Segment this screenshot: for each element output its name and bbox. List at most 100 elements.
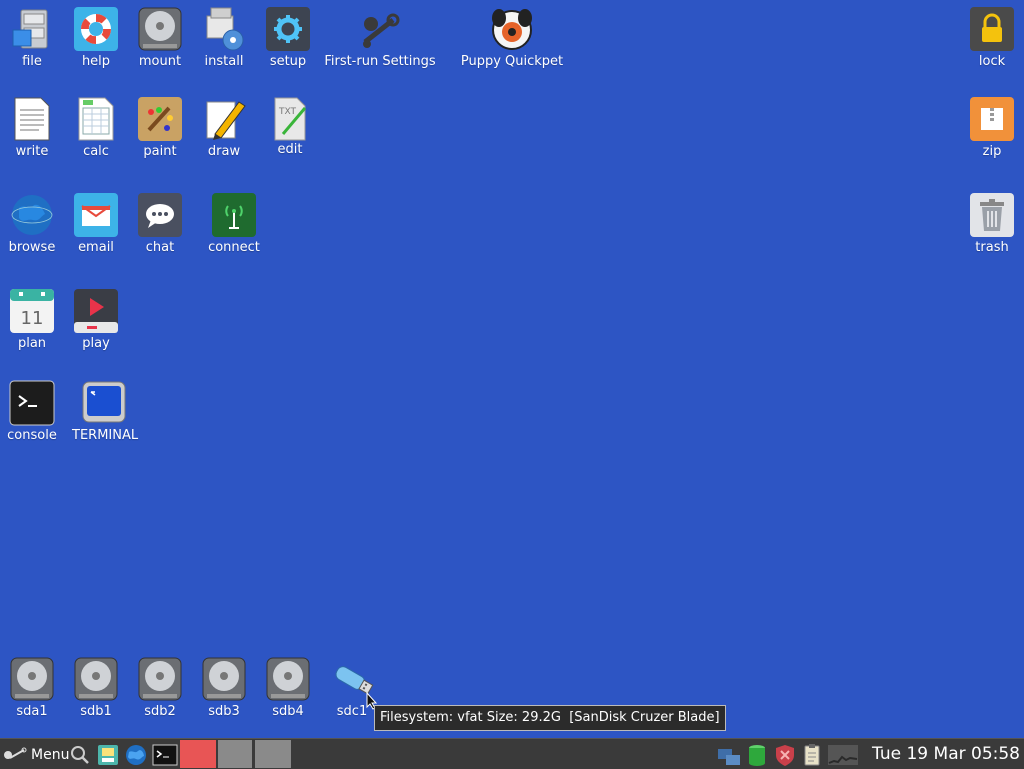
mount-label: mount bbox=[138, 54, 182, 69]
plan-desktop-icon[interactable]: 11 plan bbox=[0, 288, 64, 351]
workspace-1[interactable] bbox=[180, 740, 216, 768]
drive-label: sdb3 bbox=[208, 704, 240, 719]
hard-drive-icon bbox=[201, 656, 247, 702]
workspace-3[interactable] bbox=[255, 740, 291, 768]
firewall-shield-icon[interactable] bbox=[774, 743, 796, 767]
hard-drive-icon bbox=[9, 656, 55, 702]
install-label: install bbox=[204, 54, 244, 69]
archive-icon bbox=[969, 96, 1015, 142]
console-label: console bbox=[7, 428, 57, 443]
edit-label: edit bbox=[277, 142, 303, 157]
calendar-icon: 11 bbox=[9, 288, 55, 334]
file-cabinet-icon bbox=[9, 6, 55, 52]
network-icon[interactable] bbox=[716, 743, 742, 767]
lock-label: lock bbox=[978, 54, 1006, 69]
hard-drive-icon bbox=[137, 656, 183, 702]
clock[interactable]: Tue 19 Mar 05:58 bbox=[872, 742, 1020, 766]
terminal-launcher-icon[interactable] bbox=[152, 743, 178, 767]
menu-button[interactable]: Menu bbox=[2, 743, 69, 767]
drive-label: sdb1 bbox=[80, 704, 112, 719]
media-player-icon bbox=[73, 288, 119, 334]
package-install-icon bbox=[201, 6, 247, 52]
terminal-desktop-icon[interactable]: TERMINAL bbox=[72, 380, 139, 443]
connect-desktop-icon[interactable]: connect bbox=[202, 192, 266, 255]
edit-desktop-icon[interactable]: TXT edit bbox=[258, 96, 322, 157]
padlock-icon bbox=[969, 6, 1015, 52]
speech-bubble-icon bbox=[137, 192, 183, 238]
hard-drive-icon bbox=[137, 6, 183, 52]
drive-label: sda1 bbox=[16, 704, 48, 719]
trash-desktop-icon[interactable]: trash bbox=[960, 192, 1024, 255]
cpu-monitor-icon[interactable] bbox=[828, 743, 858, 767]
envelope-icon bbox=[73, 192, 119, 238]
setup-label: setup bbox=[269, 54, 307, 69]
write-desktop-icon[interactable]: write bbox=[0, 96, 64, 159]
mount-desktop-icon[interactable]: mount bbox=[128, 6, 192, 69]
spreadsheet-icon bbox=[73, 96, 119, 142]
drive-info-tooltip: Filesystem: vfat Size: 29.2G [SanDisk Cr… bbox=[374, 705, 726, 731]
puppy-face-icon bbox=[489, 6, 535, 52]
terminal-window-icon bbox=[81, 380, 127, 426]
drive-sdb4[interactable]: sdb4 bbox=[256, 656, 320, 719]
calc-label: calc bbox=[83, 144, 109, 159]
hard-drive-icon bbox=[265, 656, 311, 702]
terminal-label: TERMINAL bbox=[72, 428, 139, 443]
puppy-quickpet-label: Puppy Quickpet bbox=[460, 54, 564, 69]
search-icon[interactable] bbox=[68, 743, 92, 767]
help-desktop-icon[interactable]: help bbox=[64, 6, 128, 69]
plan-label: plan bbox=[17, 336, 47, 351]
clipboard-icon[interactable] bbox=[802, 743, 822, 767]
puppy-logo-icon bbox=[2, 746, 28, 764]
text-editor-icon: TXT bbox=[267, 96, 313, 142]
play-desktop-icon[interactable]: play bbox=[64, 288, 128, 351]
calendar-day: 11 bbox=[21, 308, 44, 329]
draw-desktop-icon[interactable]: draw bbox=[192, 96, 256, 159]
email-desktop-icon[interactable]: email bbox=[64, 192, 128, 255]
zip-label: zip bbox=[982, 144, 1002, 159]
wrench-dog-icon bbox=[357, 6, 403, 52]
chat-label: chat bbox=[145, 240, 175, 255]
help-label: help bbox=[81, 54, 111, 69]
calc-desktop-icon[interactable]: calc bbox=[64, 96, 128, 159]
txt-badge: TXT bbox=[278, 107, 297, 117]
zip-desktop-icon[interactable]: zip bbox=[960, 96, 1024, 159]
hard-drive-icon bbox=[73, 656, 119, 702]
drive-label: sdb2 bbox=[144, 704, 176, 719]
browse-label: browse bbox=[8, 240, 56, 255]
drive-label: sdb4 bbox=[272, 704, 304, 719]
pencil-paper-icon bbox=[201, 96, 247, 142]
play-label: play bbox=[82, 336, 110, 351]
paint-label: paint bbox=[143, 144, 177, 159]
trash-label: trash bbox=[975, 240, 1009, 255]
document-icon bbox=[9, 96, 55, 142]
menu-label: Menu bbox=[31, 747, 70, 763]
install-desktop-icon[interactable]: install bbox=[192, 6, 256, 69]
drive-status-icon[interactable] bbox=[746, 743, 768, 767]
chat-desktop-icon[interactable]: chat bbox=[128, 192, 192, 255]
console-prompt-icon bbox=[9, 380, 55, 426]
console-desktop-icon[interactable]: console bbox=[0, 380, 64, 443]
file-manager-icon[interactable] bbox=[96, 743, 120, 767]
email-label: email bbox=[78, 240, 114, 255]
puppy-quickpet-desktop-icon[interactable]: Puppy Quickpet bbox=[447, 6, 577, 69]
lock-desktop-icon[interactable]: lock bbox=[960, 6, 1024, 69]
taskbar: Menu Tue 19 Mar 05:58 bbox=[0, 738, 1024, 769]
drive-sdb2[interactable]: sdb2 bbox=[128, 656, 192, 719]
file-label: file bbox=[22, 54, 42, 69]
drive-sdb1[interactable]: sdb1 bbox=[64, 656, 128, 719]
browse-desktop-icon[interactable]: browse bbox=[0, 192, 64, 255]
setup-desktop-icon[interactable]: setup bbox=[256, 6, 320, 69]
first-run-settings-desktop-icon[interactable]: First-run Settings bbox=[315, 6, 445, 69]
file-desktop-icon[interactable]: file bbox=[0, 6, 64, 69]
paint-desktop-icon[interactable]: paint bbox=[128, 96, 192, 159]
drive-sda1[interactable]: sda1 bbox=[0, 656, 64, 719]
write-label: write bbox=[15, 144, 49, 159]
drive-sdb3[interactable]: sdb3 bbox=[192, 656, 256, 719]
web-browser-icon[interactable] bbox=[124, 743, 148, 767]
globe-icon bbox=[9, 192, 55, 238]
first-run-settings-label: First-run Settings bbox=[324, 54, 436, 69]
connect-label: connect bbox=[208, 240, 260, 255]
gear-icon bbox=[265, 6, 311, 52]
lifebuoy-icon bbox=[73, 6, 119, 52]
workspace-2[interactable] bbox=[218, 740, 252, 768]
